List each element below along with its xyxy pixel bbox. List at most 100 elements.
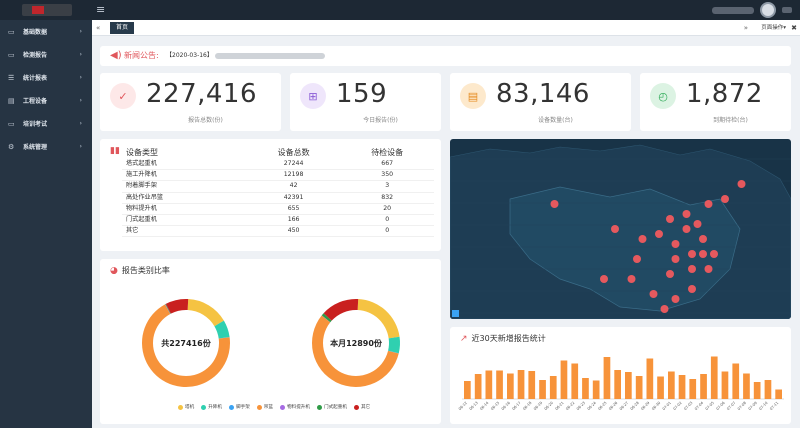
donut-slice[interactable] xyxy=(187,299,224,327)
bar[interactable] xyxy=(507,373,514,400)
x-tick-label: 06-25 xyxy=(597,401,607,411)
bar[interactable] xyxy=(517,370,525,399)
bar[interactable] xyxy=(603,357,611,399)
bar[interactable] xyxy=(614,370,621,399)
bar[interactable] xyxy=(464,381,471,399)
map-point[interactable] xyxy=(600,275,608,283)
donut-slice[interactable] xyxy=(388,336,401,354)
bar[interactable] xyxy=(646,358,654,400)
bar[interactable] xyxy=(485,370,493,400)
donut-slice[interactable] xyxy=(323,299,359,321)
map-point[interactable] xyxy=(649,290,658,298)
top-bar: ≡ xyxy=(0,0,800,20)
x-tick-label: 06-12 xyxy=(458,401,468,411)
legend-item[interactable]: 升降机 xyxy=(201,404,222,410)
map-point[interactable] xyxy=(655,230,663,238)
bar[interactable] xyxy=(549,376,557,399)
map-point[interactable] xyxy=(721,195,729,203)
hamburger-icon[interactable]: ≡ xyxy=(96,2,105,18)
legend-item[interactable]: 吊篮 xyxy=(256,404,273,410)
map-point[interactable] xyxy=(704,265,713,273)
bar[interactable] xyxy=(539,380,546,399)
bar[interactable] xyxy=(474,374,482,399)
map-point[interactable] xyxy=(550,200,559,208)
map-point[interactable] xyxy=(688,265,696,273)
col-total: 设备总数 xyxy=(277,147,310,157)
bar[interactable] xyxy=(732,363,740,400)
bar[interactable] xyxy=(678,375,686,399)
bar[interactable] xyxy=(743,373,750,400)
map-legend-icon[interactable] xyxy=(452,310,459,317)
map-point[interactable] xyxy=(666,215,674,223)
map-point[interactable] xyxy=(699,250,707,258)
cell-type: 高处作业吊篮 xyxy=(122,192,247,204)
bar[interactable] xyxy=(721,371,729,400)
map-point[interactable] xyxy=(660,305,669,313)
map-point[interactable] xyxy=(666,270,674,278)
tab-home[interactable]: 首页 xyxy=(110,22,135,34)
bar[interactable] xyxy=(560,360,568,400)
bar[interactable] xyxy=(496,370,503,400)
bar[interactable] xyxy=(528,371,536,399)
bar[interactable] xyxy=(753,382,761,399)
legend-item[interactable]: 塔机 xyxy=(178,404,194,410)
map-point[interactable] xyxy=(671,240,680,248)
map-point[interactable] xyxy=(737,180,746,188)
map-point[interactable] xyxy=(627,275,636,283)
donut-slice[interactable] xyxy=(357,299,400,339)
bar[interactable] xyxy=(775,389,782,400)
user-area[interactable] xyxy=(712,2,792,18)
avatar[interactable] xyxy=(760,2,776,18)
map-point[interactable] xyxy=(704,200,713,208)
sidebar-item-statistics[interactable]: ☰ 统计报表 › xyxy=(0,66,92,89)
bar[interactable] xyxy=(625,372,632,399)
tab-scroll-left-icon[interactable]: « xyxy=(96,20,100,36)
bar[interactable] xyxy=(700,374,707,399)
chevron-right-icon: › xyxy=(79,120,82,127)
map-point[interactable] xyxy=(682,210,691,218)
map-point[interactable] xyxy=(682,225,691,233)
map-point[interactable] xyxy=(611,225,619,233)
map-point[interactable] xyxy=(671,295,680,303)
map-point[interactable] xyxy=(693,220,702,228)
donut-month[interactable]: 本月12890份 xyxy=(312,299,401,387)
x-tick-label: 07-08 xyxy=(737,400,748,411)
bar[interactable] xyxy=(571,363,579,400)
map-canvas[interactable] xyxy=(450,139,791,319)
sidebar-item-basic-data[interactable]: ▭ 基础数据 › xyxy=(0,20,92,43)
sidebar-item-system[interactable]: ⚙ 系统管理 › xyxy=(0,135,92,158)
bar[interactable] xyxy=(689,379,697,399)
map-point[interactable] xyxy=(671,255,680,263)
sidebar-item-equipment[interactable]: ▤ 工程设备 › xyxy=(0,89,92,112)
table-row: 塔式起重机 27244 667 xyxy=(122,159,434,171)
legend-item[interactable]: 门式起重机 xyxy=(316,404,347,410)
map-point[interactable] xyxy=(638,235,647,243)
close-icon[interactable]: ✖ xyxy=(791,20,797,36)
page-ops-menu[interactable]: 页面操作▾ xyxy=(761,20,786,36)
map-point[interactable] xyxy=(633,255,641,263)
stat-card-device-count: ▤ 83,146 设备数量(台) xyxy=(450,73,631,131)
sidebar-item-label: 培训考试 xyxy=(23,121,48,128)
bar[interactable] xyxy=(764,380,772,399)
legend-item[interactable]: 其它 xyxy=(353,404,370,410)
bar[interactable] xyxy=(582,378,589,399)
sidebar-item-training[interactable]: ▭ 培训考试 › xyxy=(0,112,92,135)
bar[interactable] xyxy=(635,376,643,399)
sidebar-item-reports[interactable]: ▭ 检测报告 › xyxy=(0,43,92,66)
map-point[interactable] xyxy=(688,285,696,293)
device-map[interactable] xyxy=(450,139,791,319)
bar[interactable] xyxy=(657,376,664,400)
map-point[interactable] xyxy=(710,250,718,258)
bar[interactable] xyxy=(668,371,675,400)
bar[interactable] xyxy=(592,380,600,400)
notice-link[interactable]: 【2020-03-16】 xyxy=(166,51,325,61)
map-point[interactable] xyxy=(688,250,696,258)
legend-item[interactable]: 物料提升机 xyxy=(280,404,310,410)
legend-item[interactable]: 脚手架 xyxy=(229,404,250,410)
map-point[interactable] xyxy=(699,235,707,243)
donut-total[interactable]: 共227416份 xyxy=(142,299,230,387)
bar[interactable] xyxy=(710,356,718,400)
tab-scroll-right-icon[interactable]: » xyxy=(744,20,748,36)
user-dropdown-icon[interactable] xyxy=(782,7,792,13)
x-tick-label: 07-02 xyxy=(672,401,682,411)
